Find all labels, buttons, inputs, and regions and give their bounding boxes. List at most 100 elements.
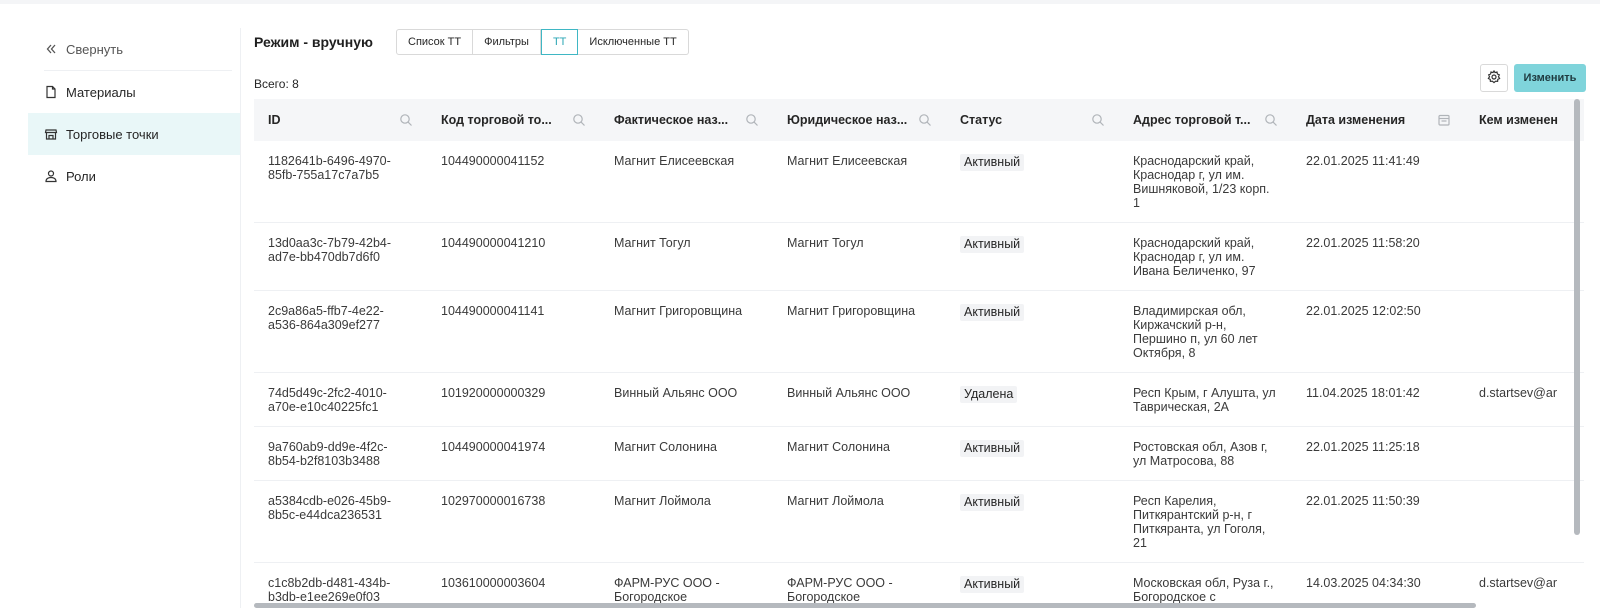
status-badge: Активный (960, 494, 1025, 511)
cell-status: Активный (946, 290, 1119, 373)
gear-icon (1487, 69, 1501, 87)
sidebar-separator (240, 28, 241, 608)
vertical-scrollbar[interactable] (1574, 99, 1580, 535)
cell-id: 74d5d49c-2fc2-4010-a70e-e10c40225fc1 (254, 372, 427, 427)
search-icon[interactable] (1091, 113, 1105, 127)
search-icon[interactable] (399, 113, 413, 127)
cell-actual-name: Магнит Елисеевская (600, 141, 773, 223)
cell-date: 22.01.2025 11:58:20 (1292, 222, 1465, 291)
table-row[interactable]: 1182641b-6496-4970-85fb-755a17c7a7b5 1044… (254, 141, 1584, 223)
cell-legal-name: Магнит Солонина (773, 426, 946, 481)
search-icon[interactable] (1264, 113, 1278, 127)
calendar-icon[interactable] (1437, 113, 1451, 127)
table-row[interactable]: 74d5d49c-2fc2-4010-a70e-e10c40225fc1 1019… (254, 372, 1584, 427)
status-badge: Активный (960, 304, 1025, 321)
total-count: Всего: 8 (254, 77, 299, 91)
table-row[interactable]: 13d0aa3c-7b79-42b4-ad7e-bb470db7d6f0 1044… (254, 222, 1584, 291)
cell-address: Респ Крым, г Алушта, ул Таврическая, 2А (1119, 372, 1292, 427)
column-header-code[interactable]: Код торговой то... (427, 99, 600, 141)
cell-actual-name: Магнит Григоровщина (600, 290, 773, 373)
cell-legal-name: Магнит Лоймола (773, 480, 946, 563)
cell-code: 103610000003604 (427, 562, 600, 608)
cell-address: Владимирская обл, Киржачский р-н, Першин… (1119, 290, 1292, 373)
table-row[interactable]: 2c9a86a5-ffb7-4e22-a536-864a309ef277 1044… (254, 290, 1584, 373)
tab-group: Список ТТ Фильтры ТТ Исключенные ТТ (396, 29, 689, 55)
cell-date: 11.04.2025 18:01:42 (1292, 372, 1465, 427)
tab-filters[interactable]: Фильтры (473, 29, 541, 55)
status-badge: Активный (960, 576, 1025, 593)
cell-actual-name: Винный Альянс ООО (600, 372, 773, 427)
cell-date: 22.01.2025 11:50:39 (1292, 480, 1465, 563)
cell-legal-name: Магнит Елисеевская (773, 141, 946, 223)
cell-id: 13d0aa3c-7b79-42b4-ad7e-bb470db7d6f0 (254, 222, 427, 291)
settings-button[interactable] (1480, 64, 1508, 92)
cell-actual-name: Магнит Лоймола (600, 480, 773, 563)
status-badge: Активный (960, 440, 1025, 457)
sidebar-item-materials[interactable]: Материалы (28, 71, 240, 113)
column-header-legal-name[interactable]: Юридическое наз... (773, 99, 946, 141)
column-header-status[interactable]: Статус (946, 99, 1119, 141)
sidebar-item-stores[interactable]: Торговые точки (28, 113, 240, 155)
cell-code: 102970000016738 (427, 480, 600, 563)
tab-excluded-stores[interactable]: Исключенные ТТ (578, 29, 689, 55)
sidebar-item-label: Торговые точки (66, 126, 159, 142)
table-row[interactable]: 9a760ab9-dd9e-4f2c-8b54-b2f8103b3488 1044… (254, 426, 1584, 481)
chevrons-left-icon (44, 42, 58, 56)
user-icon (44, 169, 58, 183)
table-row[interactable]: a5384cdb-e026-45b9-8b5c-e44dca236531 1029… (254, 480, 1584, 563)
cell-code: 104490000041141 (427, 290, 600, 373)
sidebar-item-roles[interactable]: Роли (28, 155, 240, 197)
tab-store-list[interactable]: Список ТТ (396, 29, 474, 55)
cell-address: Респ Карелия, Питкярантский р-н, г Питкя… (1119, 480, 1292, 563)
cell-status: Активный (946, 141, 1119, 223)
cell-changed-by (1465, 141, 1584, 223)
cell-legal-name: Винный Альянс ООО (773, 372, 946, 427)
cell-id: 9a760ab9-dd9e-4f2c-8b54-b2f8103b3488 (254, 426, 427, 481)
cell-id: c1c8b2db-d481-434b-b3db-e1ee269e0f03 (254, 562, 427, 608)
stores-table: ID Код торговой то... Фактическое наз...… (254, 99, 1584, 608)
status-badge: Активный (960, 236, 1025, 253)
cell-address: Ростовская обл, Азов г, ул Матросова, 88 (1119, 426, 1292, 481)
search-icon[interactable] (572, 113, 586, 127)
cell-changed-by (1465, 426, 1584, 481)
column-header-date[interactable]: Дата изменения (1292, 99, 1465, 141)
column-header-changed-by[interactable]: Кем изменен (1465, 99, 1584, 141)
file-icon (44, 85, 58, 99)
tab-stores[interactable]: ТТ (540, 29, 579, 55)
cell-legal-name: Магнит Тогул (773, 222, 946, 291)
status-badge: Активный (960, 154, 1025, 171)
sidebar: Свернуть Материалы Торговые точки Роли (28, 28, 240, 197)
cell-legal-name: Магнит Григоровщина (773, 290, 946, 373)
cell-changed-by: d.startsev@ar (1465, 372, 1584, 427)
cell-changed-by (1465, 480, 1584, 563)
cell-code: 101920000000329 (427, 372, 600, 427)
cell-address: Московская обл, Руза г., Богородское с (1119, 562, 1292, 608)
status-badge: Удалена (960, 386, 1018, 403)
cell-address: Краснодарский край, Краснодар г, ул им. … (1119, 141, 1292, 223)
table-row[interactable]: c1c8b2db-d481-434b-b3db-e1ee269e0f03 1036… (254, 562, 1584, 608)
app-frame: Свернуть Материалы Торговые точки Роли Р… (0, 4, 1600, 616)
cell-code: 104490000041210 (427, 222, 600, 291)
cell-status: Активный (946, 222, 1119, 291)
store-icon (44, 127, 58, 141)
column-header-id[interactable]: ID (254, 99, 427, 141)
sidebar-collapse-label: Свернуть (66, 41, 124, 57)
cell-date: 14.03.2025 04:34:30 (1292, 562, 1465, 608)
edit-button[interactable]: Изменить (1514, 64, 1586, 92)
table-body: 1182641b-6496-4970-85fb-755a17c7a7b5 1044… (254, 141, 1584, 608)
search-icon[interactable] (745, 113, 759, 127)
data-table: ID Код торговой то... Фактическое наз...… (254, 99, 1584, 608)
column-header-actual-name[interactable]: Фактическое наз... (600, 99, 773, 141)
cell-changed-by: d.startsev@ar (1465, 562, 1584, 608)
cell-id: 1182641b-6496-4970-85fb-755a17c7a7b5 (254, 141, 427, 223)
cell-status: Активный (946, 426, 1119, 481)
horizontal-scrollbar[interactable] (254, 603, 1476, 608)
cell-actual-name: Магнит Тогул (600, 222, 773, 291)
table-header-row: ID Код торговой то... Фактическое наз...… (254, 99, 1584, 141)
column-header-address[interactable]: Адрес торговой т... (1119, 99, 1292, 141)
cell-legal-name: ФАРМ-РУС ООО - Богородское (773, 562, 946, 608)
search-icon[interactable] (918, 113, 932, 127)
sidebar-item-label: Материалы (66, 84, 136, 100)
cell-date: 22.01.2025 11:41:49 (1292, 141, 1465, 223)
sidebar-collapse-button[interactable]: Свернуть (28, 28, 240, 70)
